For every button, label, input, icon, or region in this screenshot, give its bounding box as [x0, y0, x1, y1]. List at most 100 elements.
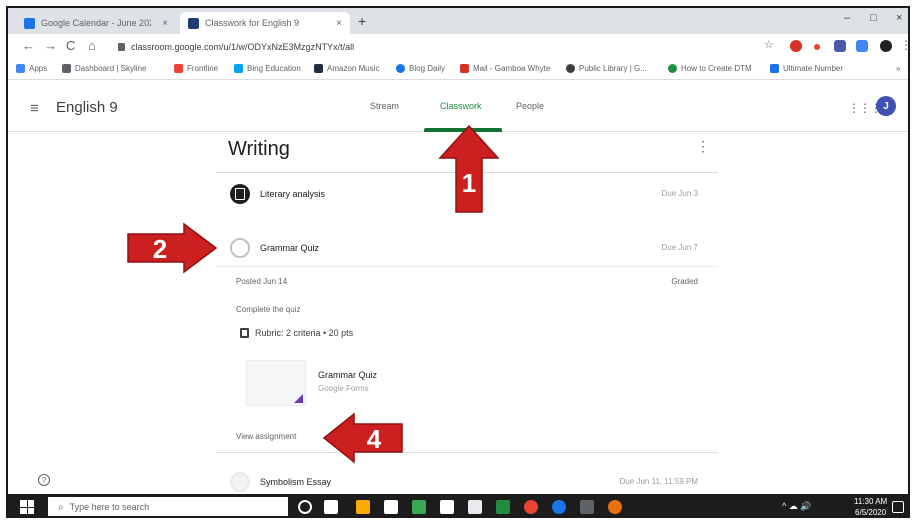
screen-capture-icon[interactable]	[580, 500, 594, 514]
screenshot-frame: Google Calendar - June 2020 × Classwork …	[6, 6, 910, 518]
extension-icon[interactable]	[834, 40, 846, 52]
topic-more-icon[interactable]: ⋮	[696, 138, 710, 155]
bookmark-favicon-icon	[62, 64, 71, 73]
chrome-icon[interactable]	[524, 500, 538, 514]
bookmark-label: Dashboard | Skyline	[75, 64, 147, 73]
bookmark-item[interactable]: Mail - Gamboa Whyte	[460, 64, 550, 73]
class-name[interactable]: English 9	[56, 99, 118, 116]
item-title: Literary analysis	[260, 189, 326, 199]
taskbar-search[interactable]: ⌕ Type here to search	[48, 497, 288, 516]
item-title: Grammar Quiz	[260, 243, 320, 253]
view-assignment-link[interactable]: View assignment	[236, 432, 296, 441]
classwork-item-grammar-quiz[interactable]: Grammar Quiz Due Jun 7	[216, 234, 718, 264]
tab-stream[interactable]: Stream	[370, 101, 399, 111]
back-button[interactable]: ←	[22, 38, 35, 53]
new-tab-button[interactable]: +	[358, 13, 366, 29]
rubric-icon	[240, 328, 249, 338]
profile-extension-icon[interactable]	[880, 40, 892, 52]
maximize-button[interactable]: □	[870, 12, 877, 24]
home-button[interactable]: ⌂	[88, 38, 96, 53]
rubric-label: Rubric: 2 criteria • 20 pts	[255, 328, 354, 338]
bookmark-favicon-icon	[314, 64, 323, 73]
browser-menu-icon[interactable]: ⋮	[900, 38, 908, 52]
bookmark-favicon-icon	[770, 64, 779, 73]
close-tab-icon[interactable]: ×	[162, 18, 168, 29]
app-icon[interactable]	[412, 500, 426, 514]
browser-tab-classroom[interactable]: Classwork for English 9 ×	[180, 12, 350, 34]
tab-title: Classwork for English 9	[205, 18, 300, 28]
browser-tab-strip: Google Calendar - June 2020 × Classwork …	[8, 8, 908, 34]
bookmark-item[interactable]: Frontline	[174, 64, 218, 73]
attachment-type: Google Forms	[318, 384, 369, 393]
reload-button[interactable]: C	[66, 38, 75, 53]
windows-taskbar: ⌕ Type here to search ^ ☁ 🔊 11:30 AM 6/5…	[8, 494, 908, 517]
bookmark-label: Frontline	[187, 64, 219, 73]
item-due-date: Due Jun 7	[661, 243, 698, 252]
tab-title: Google Calendar - June 2020	[41, 18, 151, 28]
tab-people[interactable]: People	[516, 101, 544, 111]
minimize-button[interactable]: –	[844, 12, 850, 24]
document-app-icon[interactable]	[440, 500, 454, 514]
annotation-number: 4	[367, 424, 382, 454]
extension-icon[interactable]	[856, 40, 868, 52]
calculator-icon[interactable]	[468, 500, 482, 514]
topic-title: Writing	[228, 138, 290, 160]
document-icon	[230, 184, 250, 204]
record-extension-icon[interactable]	[814, 44, 820, 50]
address-bar[interactable]: classroom.google.com/u/1/w/ODYxNzE3MzgzN…	[118, 38, 758, 56]
help-icon[interactable]: ?	[38, 474, 50, 486]
main-menu-icon[interactable]: ≡	[30, 100, 39, 117]
clock-date: 6/5/2020	[855, 508, 887, 517]
rubric-summary[interactable]: Rubric: 2 criteria • 20 pts	[240, 328, 353, 338]
forward-button[interactable]: →	[44, 38, 57, 53]
bookmark-label: Amazon Music	[327, 64, 380, 73]
item-due-date: Due Jun 11, 11:59 PM	[619, 477, 698, 486]
task-view-icon[interactable]	[324, 500, 338, 514]
attachment-thumbnail[interactable]	[246, 360, 306, 406]
tab-classwork[interactable]: Classwork	[440, 101, 482, 111]
app-icon[interactable]	[608, 500, 622, 514]
bookmark-item[interactable]: Public Library | G...	[566, 64, 647, 73]
notifications-icon[interactable]	[892, 501, 904, 513]
store-icon[interactable]	[384, 500, 398, 514]
status-badge: Graded	[671, 277, 698, 286]
annotation-arrow-1: 1	[438, 124, 500, 213]
details-divider	[216, 452, 718, 453]
bookmark-star-icon[interactable]: ☆	[764, 38, 774, 51]
bookmark-item[interactable]: How to Create DTM	[668, 64, 752, 73]
search-placeholder: Type here to search	[69, 502, 150, 512]
bookmark-item[interactable]: Amazon Music	[314, 64, 379, 73]
apps-grid-icon	[16, 64, 25, 73]
bookmark-item[interactable]: Ultimate Number	[770, 64, 843, 73]
bookmark-item[interactable]: Bing Education	[234, 64, 301, 73]
close-tab-icon[interactable]: ×	[336, 18, 342, 29]
annotation-arrow-2: 2	[127, 222, 218, 274]
bookmarks-bar: Apps Dashboard | Skyline Frontline Bing …	[8, 60, 908, 80]
classwork-item-symbolism-essay[interactable]: Symbolism Essay Due Jun 11, 11:59 PM	[216, 470, 718, 494]
bookmark-item[interactable]: Blog Daily	[396, 64, 445, 73]
item-title: Symbolism Essay	[260, 477, 332, 487]
bookmark-label: Bing Education	[247, 64, 301, 73]
avatar[interactable]: J	[876, 96, 896, 116]
windows-start-icon[interactable]	[20, 500, 34, 514]
item-due-date: Due Jun 3	[661, 189, 698, 198]
edge-icon[interactable]	[552, 500, 566, 514]
close-window-button[interactable]: ×	[896, 12, 902, 24]
bookmark-favicon-icon	[566, 64, 575, 73]
taskbar-clock[interactable]: 11:30 AM 6/5/2020	[854, 496, 887, 517]
file-explorer-icon[interactable]	[356, 500, 370, 514]
bookmark-item[interactable]: Dashboard | Skyline	[62, 64, 146, 73]
cortana-icon[interactable]	[298, 500, 312, 514]
bookmark-label: Ultimate Number	[783, 64, 844, 73]
attachment-title[interactable]: Grammar Quiz	[318, 370, 377, 380]
excel-icon[interactable]	[496, 500, 510, 514]
search-icon: ⌕	[58, 501, 64, 513]
system-tray[interactable]: ^ ☁ 🔊	[782, 501, 811, 512]
bookmark-item[interactable]: Apps	[16, 64, 47, 73]
browser-tab-calendar[interactable]: Google Calendar - June 2020 ×	[16, 12, 176, 34]
annotation-number: 2	[153, 234, 167, 264]
classroom-favicon-icon	[188, 17, 199, 29]
bookmark-label: Blog Daily	[409, 64, 446, 73]
pinterest-extension-icon[interactable]	[790, 40, 802, 52]
more-bookmarks-icon[interactable]: »	[896, 64, 900, 73]
